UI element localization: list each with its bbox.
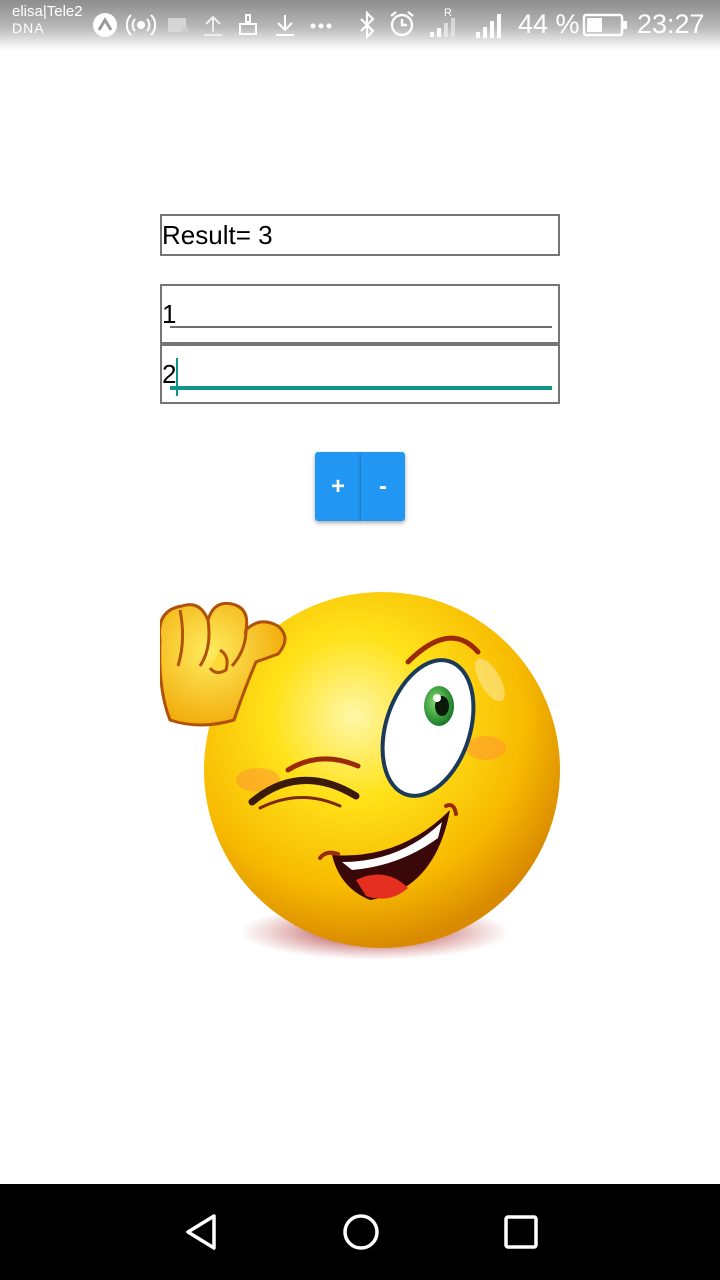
sd-card-icon — [166, 14, 190, 36]
recents-icon[interactable] — [489, 1200, 553, 1264]
result-display: Result= 3 — [160, 214, 560, 256]
result-text: Result= 3 — [162, 220, 273, 250]
cleaner-icon — [236, 12, 260, 38]
second-number-input[interactable]: 2 — [160, 344, 560, 404]
bluetooth-icon — [356, 11, 378, 39]
back-icon[interactable] — [170, 1200, 234, 1264]
svg-text:R: R — [444, 7, 452, 19]
app-notification-icon — [92, 12, 118, 38]
hotspot-icon — [126, 12, 156, 38]
signal-icon — [474, 8, 508, 38]
battery-percent: 44 % — [518, 9, 580, 39]
add-button[interactable]: + — [315, 452, 361, 521]
more-dots-icon — [308, 16, 334, 32]
clock: 23:27 — [637, 9, 705, 39]
first-number-input[interactable]: 1 — [160, 284, 560, 344]
navigation-bar — [0, 1184, 720, 1280]
second-input-underline — [170, 386, 552, 390]
carrier-label: elisa|Tele2 DNA — [12, 3, 83, 37]
carrier-line2: DNA — [12, 20, 45, 36]
download-icon — [272, 12, 298, 38]
upload-icon — [200, 12, 226, 38]
battery-icon — [582, 12, 628, 38]
alarm-icon — [388, 10, 416, 38]
signal-roaming-icon: R — [428, 6, 462, 38]
home-icon[interactable] — [329, 1200, 393, 1264]
carrier-line1: elisa|Tele2 — [12, 3, 83, 20]
first-input-underline — [170, 326, 552, 328]
text-cursor — [176, 358, 178, 396]
status-bar: elisa|Tele2 DNA R 44 % 23:27 — [0, 0, 720, 50]
subtract-button[interactable]: - — [361, 452, 405, 521]
winking-smiley-image — [157, 570, 560, 970]
